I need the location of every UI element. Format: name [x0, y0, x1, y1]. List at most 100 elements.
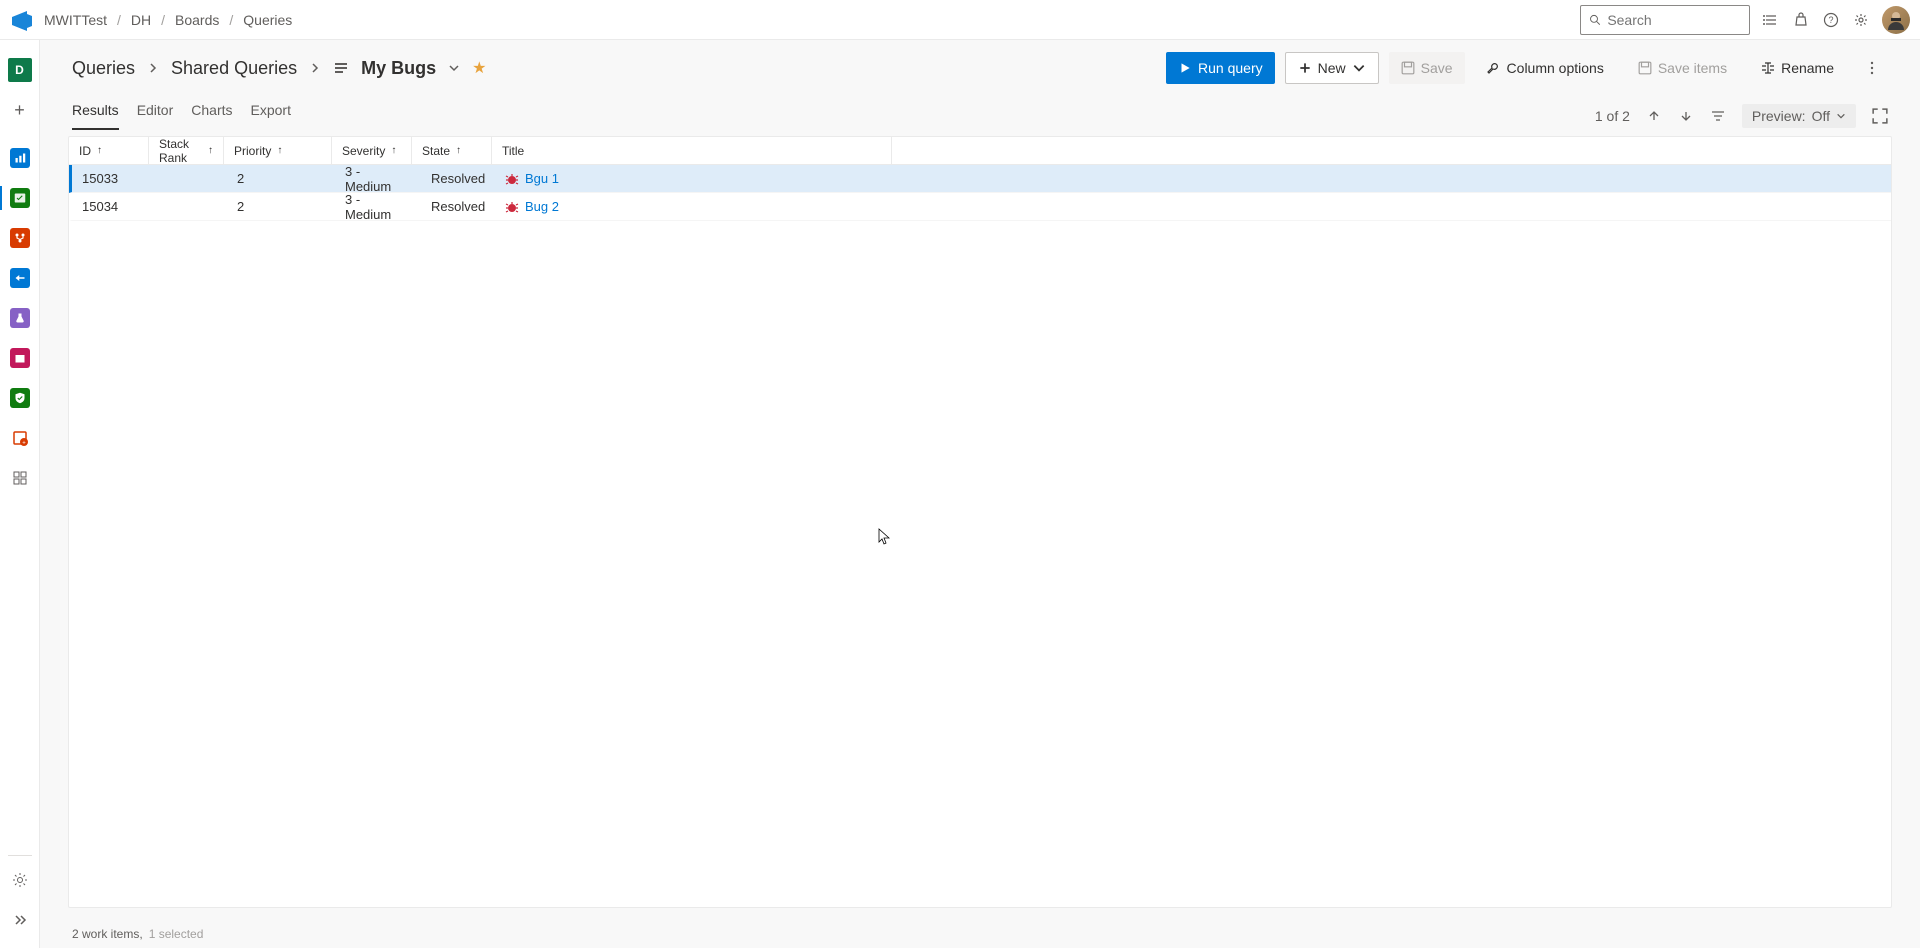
results-table: ID↑ Stack Rank↑ Priority↑ Severity↑ Stat…	[68, 136, 1892, 908]
cell-title[interactable]: Bgu 1	[495, 165, 1891, 192]
rail-project[interactable]: D	[0, 50, 40, 90]
cell-state: Resolved	[415, 165, 495, 192]
new-button[interactable]: New	[1285, 52, 1379, 84]
play-icon	[1178, 61, 1192, 75]
prev-item-button[interactable]	[1646, 108, 1662, 124]
arrow-up-icon	[1648, 110, 1660, 122]
main-content: Queries Shared Queries My Bugs ★ Run que…	[40, 40, 1920, 948]
breadcrumb-page[interactable]: Queries	[243, 12, 292, 28]
breadcrumb-sep: /	[117, 12, 121, 28]
rail-add[interactable]: +	[0, 90, 40, 130]
cell-priority: 2	[227, 165, 335, 192]
more-actions-button[interactable]	[1856, 52, 1888, 84]
work-item-title-link[interactable]: Bgu 1	[525, 171, 559, 186]
bug-icon	[505, 172, 519, 186]
rail-boards[interactable]	[0, 178, 40, 218]
rail-compliance[interactable]	[0, 378, 40, 418]
rail-overview[interactable]	[0, 138, 40, 178]
table-row[interactable]: 15034 2 3 - Medium Resolved Bug 2	[69, 193, 1891, 221]
col-title[interactable]: Title	[492, 137, 1891, 164]
col-state-label: State	[422, 144, 450, 158]
bug-icon	[505, 200, 519, 214]
top-header: MWITTest / DH / Boards / Queries ?	[0, 0, 1920, 40]
expand-icon	[1872, 108, 1888, 124]
cell-stack-rank	[152, 165, 227, 192]
more-vertical-icon	[1864, 60, 1880, 76]
rail-wiki[interactable]: +	[0, 418, 40, 458]
col-severity[interactable]: Severity↑	[332, 137, 412, 164]
work-items-icon[interactable]	[1762, 11, 1780, 29]
chevron-right-icon	[309, 62, 321, 74]
cursor-pointer	[878, 528, 890, 546]
cell-id: 15033	[72, 165, 152, 192]
paging-text: 1 of 2	[1595, 108, 1630, 124]
breadcrumb-sep: /	[161, 12, 165, 28]
breadcrumb-project[interactable]: DH	[131, 12, 151, 28]
cell-priority: 2	[227, 193, 335, 220]
rail-project-settings[interactable]	[0, 860, 40, 900]
rename-button[interactable]: Rename	[1749, 52, 1846, 84]
rail-repos[interactable]	[0, 218, 40, 258]
chevron-right-icon	[147, 62, 159, 74]
save-items-button: Save items	[1626, 52, 1739, 84]
col-state[interactable]: State↑	[412, 137, 492, 164]
column-options-label: Column options	[1507, 60, 1604, 76]
help-icon[interactable]: ?	[1822, 11, 1840, 29]
chevron-down-icon[interactable]	[448, 62, 460, 74]
favorite-star-icon[interactable]: ★	[472, 58, 486, 78]
filter-icon	[1711, 109, 1725, 123]
rail-grid[interactable]	[0, 458, 40, 498]
cell-severity: 3 - Medium	[335, 193, 415, 220]
breadcrumb-section[interactable]: Boards	[175, 12, 219, 28]
user-avatar[interactable]	[1882, 6, 1910, 34]
cell-title[interactable]: Bug 2	[495, 193, 1891, 220]
status-bar: 2 work items, 1 selected	[40, 920, 1920, 948]
next-item-button[interactable]	[1678, 108, 1694, 124]
status-selected: 1 selected	[149, 927, 204, 941]
rail-testplans[interactable]	[0, 298, 40, 338]
rename-label: Rename	[1781, 60, 1834, 76]
search-input[interactable]	[1607, 12, 1741, 28]
sort-asc-icon: ↑	[97, 145, 102, 156]
column-options-button[interactable]: Column options	[1475, 52, 1616, 84]
col-stack-rank[interactable]: Stack Rank↑	[149, 137, 224, 164]
chevron-down-icon	[1836, 111, 1846, 121]
rail-expand[interactable]	[0, 900, 40, 940]
run-query-button[interactable]: Run query	[1166, 52, 1275, 84]
chevron-right-double-icon	[12, 912, 28, 928]
save-icon	[1638, 61, 1652, 75]
rail-pipelines[interactable]	[0, 258, 40, 298]
col-priority[interactable]: Priority↑	[224, 137, 332, 164]
svg-text:+: +	[22, 441, 26, 447]
filter-button[interactable]	[1710, 108, 1726, 124]
table-row[interactable]: 15033 2 3 - Medium Resolved Bgu 1	[69, 165, 1891, 193]
plus-icon	[1298, 61, 1312, 75]
preview-toggle[interactable]: Preview: Off	[1742, 104, 1856, 128]
work-item-title-link[interactable]: Bug 2	[525, 199, 559, 214]
project-badge: D	[8, 58, 32, 82]
path-queries[interactable]: Queries	[72, 58, 135, 79]
col-severity-label: Severity	[342, 144, 385, 158]
azure-devops-logo[interactable]	[10, 8, 34, 32]
sort-asc-icon: ↑	[208, 145, 213, 156]
status-work-items: 2 work items,	[72, 927, 143, 941]
save-label: Save	[1421, 60, 1453, 76]
tab-editor[interactable]: Editor	[137, 102, 174, 130]
rail-artifacts[interactable]	[0, 338, 40, 378]
preview-label: Preview:	[1752, 108, 1806, 124]
tab-charts[interactable]: Charts	[191, 102, 232, 130]
tab-results[interactable]: Results	[72, 102, 119, 130]
settings-icon[interactable]	[1852, 11, 1870, 29]
sort-asc-icon: ↑	[277, 145, 282, 156]
search-box[interactable]	[1580, 5, 1750, 35]
tab-export[interactable]: Export	[251, 102, 291, 130]
breadcrumb-org[interactable]: MWITTest	[44, 12, 107, 28]
left-rail: D + +	[0, 40, 40, 948]
cell-stack-rank	[152, 193, 227, 220]
marketplace-icon[interactable]	[1792, 11, 1810, 29]
fullscreen-button[interactable]	[1872, 108, 1888, 124]
preview-value: Off	[1812, 108, 1830, 124]
path-shared-queries[interactable]: Shared Queries	[171, 58, 297, 79]
col-id[interactable]: ID↑	[69, 137, 149, 164]
query-name[interactable]: My Bugs	[361, 58, 436, 79]
